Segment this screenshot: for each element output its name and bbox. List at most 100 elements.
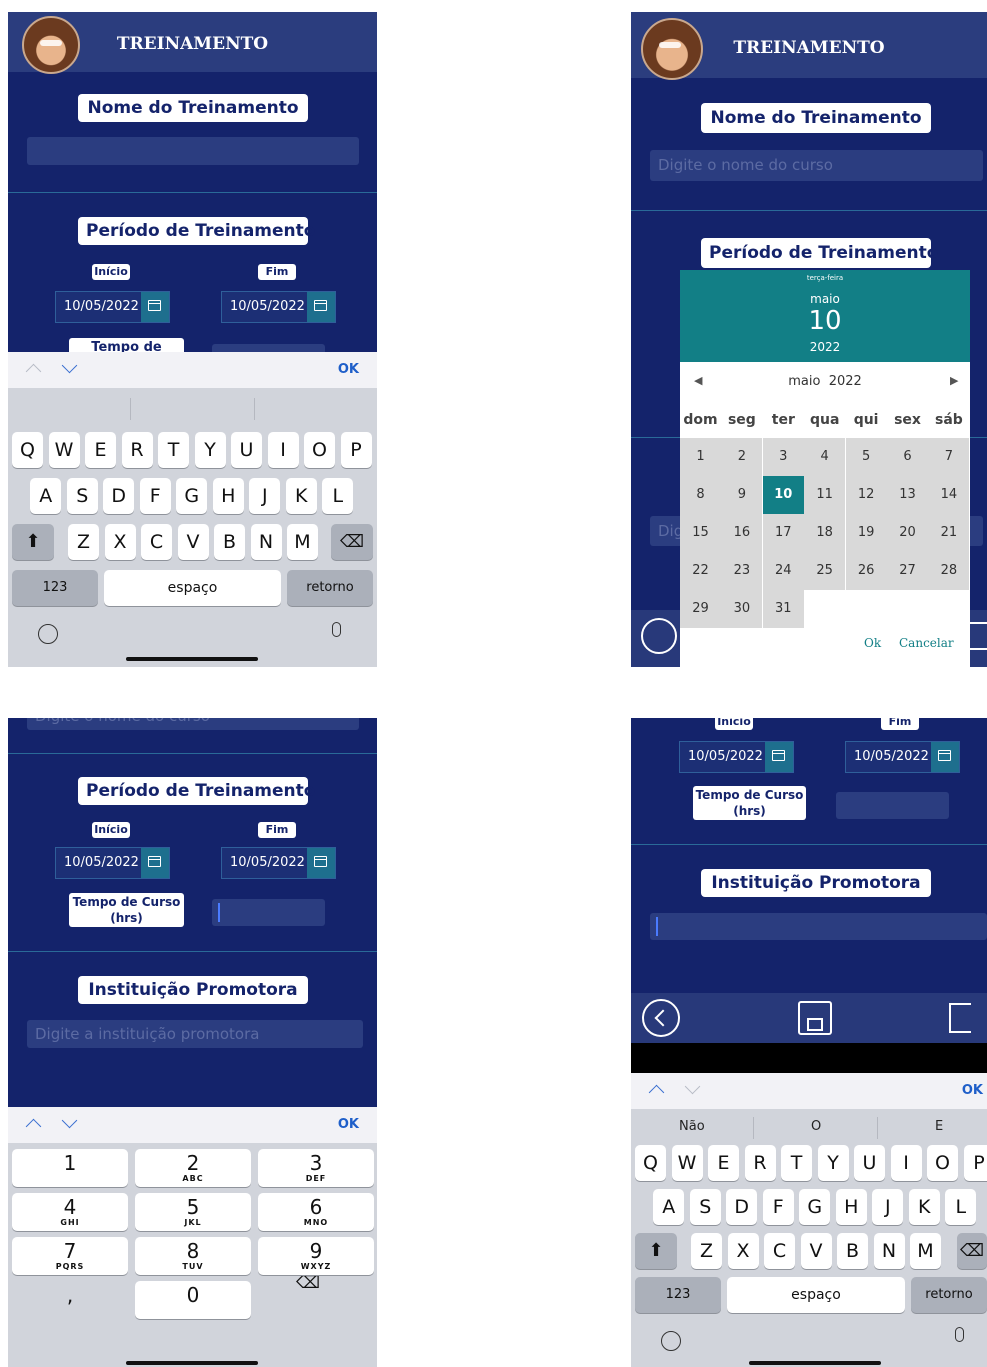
calendar-day[interactable]: 4 [804,438,846,476]
instituicao-input[interactable]: Digite a instituição promotora [27,1020,363,1048]
chevron-down-icon[interactable] [61,1112,78,1129]
calendar-day[interactable]: 1 [680,438,721,476]
key-e[interactable]: E [85,432,116,468]
key-q[interactable]: Q [635,1145,666,1181]
key-q[interactable]: Q [12,432,43,468]
tempo-curso-input[interactable] [212,899,325,926]
shift-key[interactable]: ⬆ [635,1233,677,1269]
key-y[interactable]: Y [817,1145,849,1181]
calendar-day[interactable]: 13 [887,476,928,514]
backspace-key[interactable]: ⌫ [331,524,373,560]
key-j[interactable]: J [249,478,281,514]
key-c[interactable]: C [764,1233,795,1269]
key-a[interactable]: A [30,478,62,514]
key-w[interactable]: W [671,1145,703,1181]
calendar-day[interactable]: 22 [680,552,721,590]
key-a[interactable]: A [653,1189,685,1225]
key-i[interactable]: I [890,1145,922,1181]
keyboard-ok-button[interactable]: OK [338,1117,359,1132]
suggestion-1[interactable]: Não [679,1119,705,1134]
key-f[interactable]: F [762,1189,794,1225]
microphone-icon[interactable] [955,1327,964,1342]
calendar-day[interactable]: 31 [762,590,804,628]
calendar-day[interactable]: 16 [721,514,763,552]
key-r[interactable]: R [744,1145,776,1181]
numbers-key[interactable]: 123 [635,1277,721,1313]
calendar-day[interactable]: 11 [804,476,846,514]
return-key[interactable]: retorno [287,570,373,606]
instituicao-input[interactable] [650,913,987,940]
inicio-date-picker[interactable]: 10/05/2022 [55,291,170,323]
numpad-key-7[interactable]: 7 PQRS [12,1237,128,1275]
calendar-day[interactable]: 7 [928,438,970,476]
key-z[interactable]: Z [68,524,99,560]
calendar-day[interactable]: 27 [887,552,928,590]
numpad-key-6[interactable]: 6 MNO [258,1193,374,1231]
exit-icon[interactable] [967,622,987,650]
key-x[interactable]: X [727,1233,759,1269]
key-n[interactable]: N [873,1233,905,1269]
key-j[interactable]: J [872,1189,904,1225]
exit-icon[interactable] [949,1003,971,1033]
key-x[interactable]: X [104,524,136,560]
key-b[interactable]: B [214,524,245,560]
chevron-up-icon[interactable] [25,1118,42,1135]
calendar-icon[interactable] [307,292,335,322]
calendar-day[interactable]: 19 [845,514,887,552]
calendar-day-selected[interactable]: 10 [762,476,804,514]
back-icon[interactable] [642,999,680,1037]
suggestion-2[interactable]: O [811,1119,821,1134]
calendar-day[interactable]: 14 [928,476,970,514]
key-h[interactable]: H [212,478,244,514]
back-icon[interactable] [641,618,677,654]
chevron-down-icon[interactable] [684,1078,701,1095]
key-l[interactable]: L [945,1189,977,1225]
calendar-icon[interactable] [765,742,793,772]
date-picker-cancel-button[interactable]: Cancelar [899,636,954,650]
emoji-icon[interactable] [661,1331,681,1351]
key-l[interactable]: L [322,478,354,514]
key-m[interactable]: M [910,1233,941,1269]
save-icon[interactable] [798,1001,832,1035]
key-u[interactable]: U [854,1145,885,1181]
numpad-key-4[interactable]: 4 GHI [12,1193,128,1231]
key-g[interactable]: G [799,1189,831,1225]
key-m[interactable]: M [287,524,318,560]
key-o[interactable]: O [304,432,335,468]
key-g[interactable]: G [176,478,208,514]
key-p[interactable]: P [963,1145,987,1181]
key-h[interactable]: H [835,1189,867,1225]
calendar-icon[interactable] [307,848,335,878]
calendar-day[interactable]: 18 [804,514,846,552]
calendar-day[interactable]: 2 [721,438,763,476]
fim-date-picker[interactable]: 10/05/2022 [221,291,336,323]
key-d[interactable]: D [726,1189,758,1225]
chevron-up-icon[interactable] [648,1084,665,1101]
numpad-key-0[interactable]: 0 [135,1281,251,1319]
key-o[interactable]: O [927,1145,958,1181]
key-z[interactable]: Z [691,1233,722,1269]
calendar-day[interactable]: 20 [887,514,928,552]
key-s[interactable]: S [689,1189,721,1225]
suggestion-3[interactable]: E [935,1119,943,1134]
keyboard-ok-button[interactable]: OK [962,1083,983,1098]
calendar-day[interactable]: 24 [762,552,804,590]
tempo-curso-input[interactable] [836,792,949,819]
key-b[interactable]: B [837,1233,868,1269]
calendar-day[interactable]: 5 [845,438,887,476]
calendar-day[interactable]: 3 [762,438,804,476]
key-w[interactable]: W [48,432,80,468]
key-d[interactable]: D [103,478,135,514]
key-i[interactable]: I [267,432,299,468]
space-key[interactable]: espaço [727,1277,905,1313]
return-key[interactable]: retorno [911,1277,987,1313]
numbers-key[interactable]: 123 [12,570,98,606]
keyboard-ok-button[interactable]: OK [338,362,359,377]
calendar-day[interactable]: 26 [845,552,887,590]
calendar-day[interactable]: 9 [721,476,763,514]
key-k[interactable]: K [285,478,317,514]
key-v[interactable]: V [177,524,209,560]
calendar-day[interactable]: 8 [680,476,721,514]
key-u[interactable]: U [231,432,262,468]
numpad-key-5[interactable]: 5 JKL [135,1193,251,1231]
